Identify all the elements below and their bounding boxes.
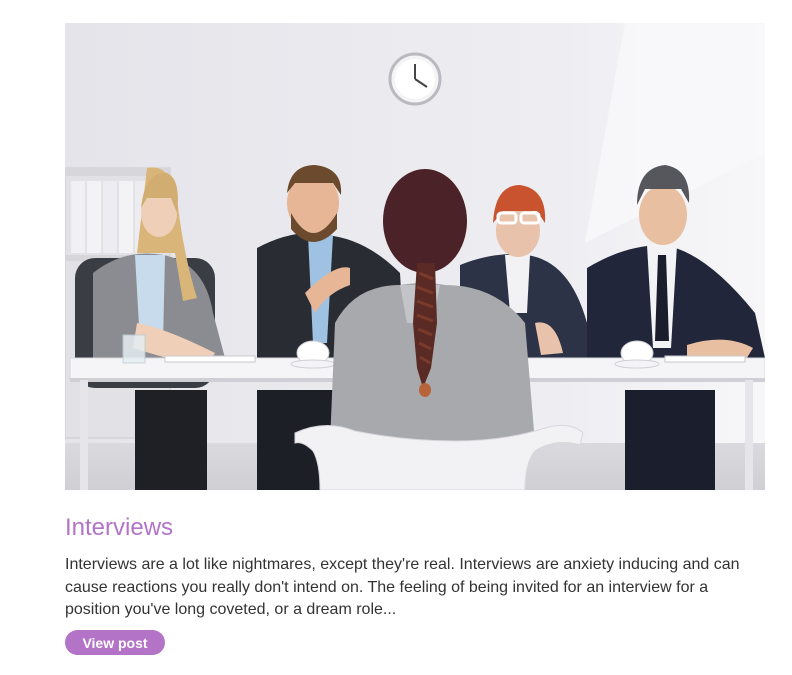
wall-clock-icon <box>388 52 442 106</box>
view-post-button[interactable]: View post <box>65 630 165 655</box>
post-image[interactable] <box>65 23 765 490</box>
post-title[interactable]: Interviews <box>65 513 173 543</box>
post-excerpt: Interviews are a lot like nightmares, ex… <box>65 556 740 618</box>
